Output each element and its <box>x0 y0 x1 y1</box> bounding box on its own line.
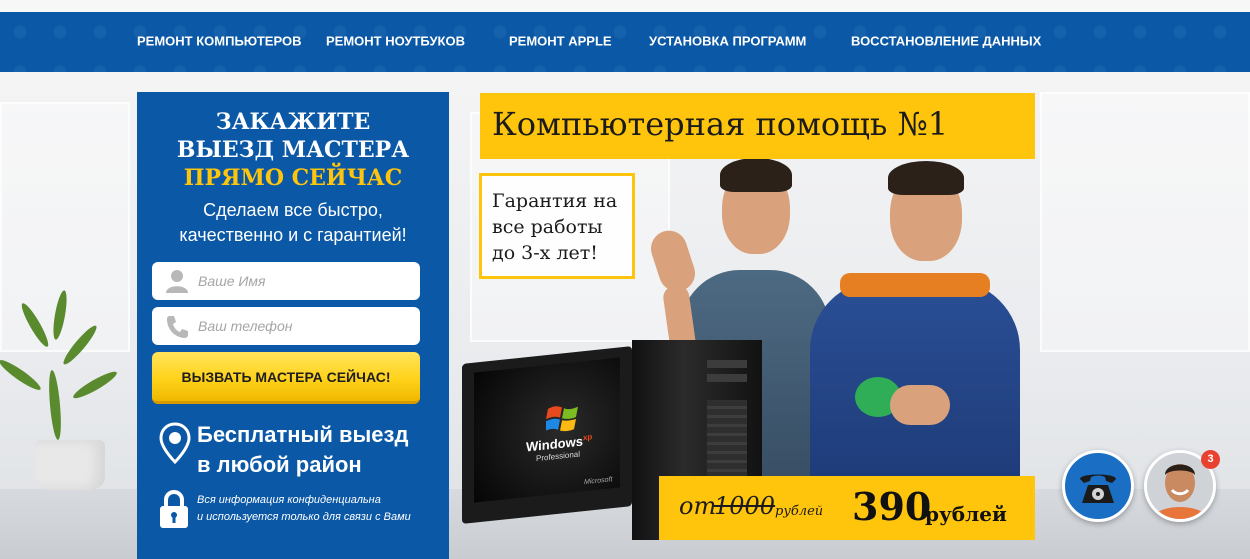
background-window <box>1040 92 1250 352</box>
nav-item-laptop-repair[interactable]: РЕМОНТ НОУТБУКОВ <box>326 34 465 49</box>
lock-icon <box>160 490 188 528</box>
old-price-unit: рублей <box>775 504 824 519</box>
name-field <box>152 262 420 300</box>
guarantee-box: Гарантия на все работы до 3-х лет! <box>479 173 635 279</box>
form-title-line1: ЗАКАЖИТЕ <box>215 109 371 135</box>
new-price: 390 <box>852 484 932 529</box>
form-subtitle-line2: качественно и с гарантией! <box>179 225 407 245</box>
phone-input[interactable] <box>198 307 413 345</box>
monitor-vendor: Microsoft <box>584 476 613 487</box>
phone-field <box>152 307 420 345</box>
price-prefix: от <box>679 492 717 520</box>
free-visit-line1: Бесплатный выезд <box>197 422 409 447</box>
form-subtitle-line1: Сделаем все быстро, <box>203 200 383 220</box>
hero-title-banner: Компьютерная помощь №1 <box>480 93 1035 159</box>
nav-item-computer-repair[interactable]: РЕМОНТ КОМПЬЮТЕРОВ <box>137 34 301 49</box>
plant-pot <box>35 440 105 490</box>
form-title-highlight: ПРЯМО СЕЙЧАС <box>183 165 403 191</box>
top-strip <box>0 0 1250 12</box>
free-visit-line2: в любой район <box>197 452 362 477</box>
privacy-note-line1: Вся информация конфиденциальна <box>197 494 381 506</box>
phone-icon <box>167 316 188 338</box>
new-price-unit: рублей <box>925 502 1007 526</box>
windows-logo-icon <box>546 406 578 432</box>
monitor-os-version: xp <box>582 432 593 443</box>
telephone-icon <box>1080 474 1116 503</box>
monitor-screen: Windowsxp Professional Microsoft <box>474 357 620 503</box>
privacy-note-line2: и используется только для связи с Вами <box>197 511 411 523</box>
order-form-panel: ЗАКАЖИТЕ ВЫЕЗД МАСТЕРА ПРЯМО СЕЙЧАС Сдел… <box>137 92 449 559</box>
old-price: 1000 <box>714 492 776 520</box>
price-banner: от 1000 рублей 390 рублей <box>659 476 1035 540</box>
main-nav: РЕМОНТ КОМПЬЮТЕРОВ РЕМОНТ НОУТБУКОВ РЕМО… <box>0 12 1250 72</box>
location-pin-icon <box>159 422 191 464</box>
call-master-button[interactable]: ВЫЗВАТЬ МАСТЕРА СЕЙЧАС! <box>152 352 420 404</box>
nav-item-apple-repair[interactable]: РЕМОНТ APPLE <box>509 34 612 49</box>
form-title-line2: ВЫЕЗД МАСТЕРА <box>176 137 410 163</box>
callback-button[interactable] <box>1062 450 1134 522</box>
user-icon <box>166 270 188 293</box>
name-input[interactable] <box>198 262 413 300</box>
nav-item-software-install[interactable]: УСТАНОВКА ПРОГРАММ <box>649 34 806 49</box>
hero-title: Компьютерная помощь №1 <box>492 105 949 143</box>
chat-notification-badge: 3 <box>1201 450 1220 469</box>
guarantee-text: Гарантия на все работы до 3-х лет! <box>492 190 618 264</box>
pc-monitor: Windowsxp Professional Microsoft <box>462 346 632 524</box>
nav-item-data-recovery[interactable]: ВОССТАНОВЛЕНИЕ ДАННЫХ <box>851 34 1041 49</box>
